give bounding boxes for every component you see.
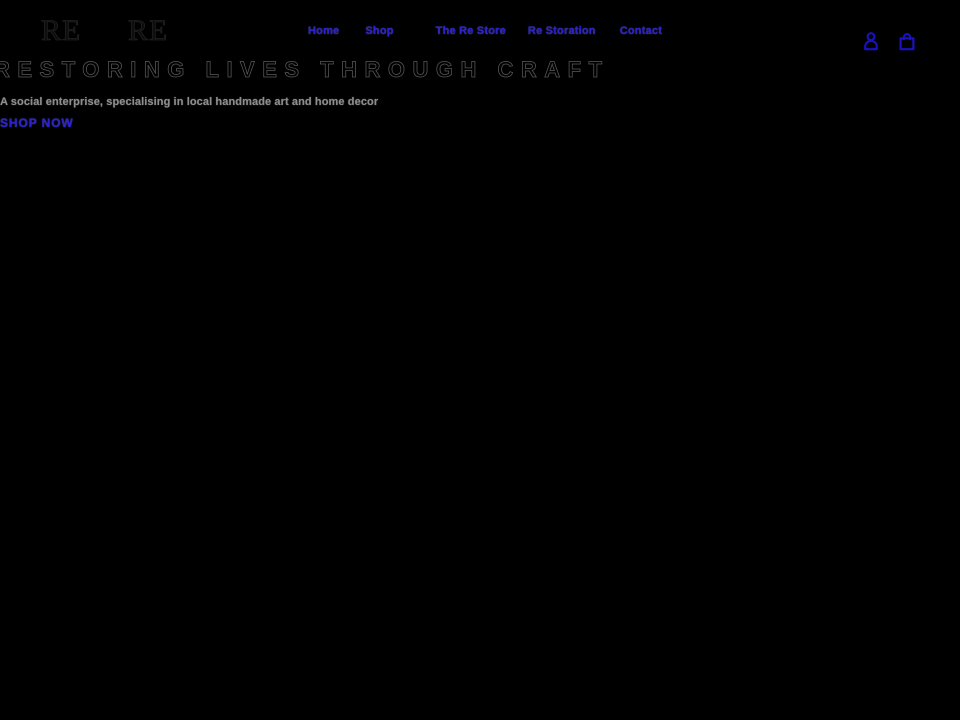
hero-headline: RESTORING LIVES THROUGH CRAFT (0, 57, 610, 83)
header-icon-group (862, 31, 916, 51)
site-header: RE RE Home Shop The Re Store Re Storatio… (0, 0, 960, 62)
shopping-bag-icon[interactable] (898, 31, 916, 51)
hero-section: RESTORING LIVES THROUGH CRAFT A social e… (0, 55, 960, 145)
page-root: RE RE Home Shop The Re Store Re Storatio… (0, 0, 960, 720)
shop-now-button[interactable]: SHOP NOW (0, 116, 74, 130)
hero-media-placeholder (0, 140, 960, 720)
account-icon[interactable] (862, 31, 880, 51)
logo-wordmark-primary: RE (41, 14, 82, 48)
nav-item-home[interactable]: Home (308, 22, 339, 40)
hero-subtitle: A social enterprise, specialising in loc… (0, 96, 379, 108)
logo-wordmark-secondary: RE (128, 14, 169, 48)
site-logo[interactable]: RE RE (0, 8, 200, 56)
nav-item-the-re-store[interactable]: The Re Store (436, 22, 506, 40)
nav-item-contact[interactable]: Contact (620, 22, 662, 40)
nav-item-shop[interactable]: Shop (365, 22, 393, 40)
primary-navigation: Home Shop The Re Store Re Storation Cont… (300, 22, 662, 40)
nav-item-re-storation[interactable]: Re Storation (528, 22, 596, 40)
